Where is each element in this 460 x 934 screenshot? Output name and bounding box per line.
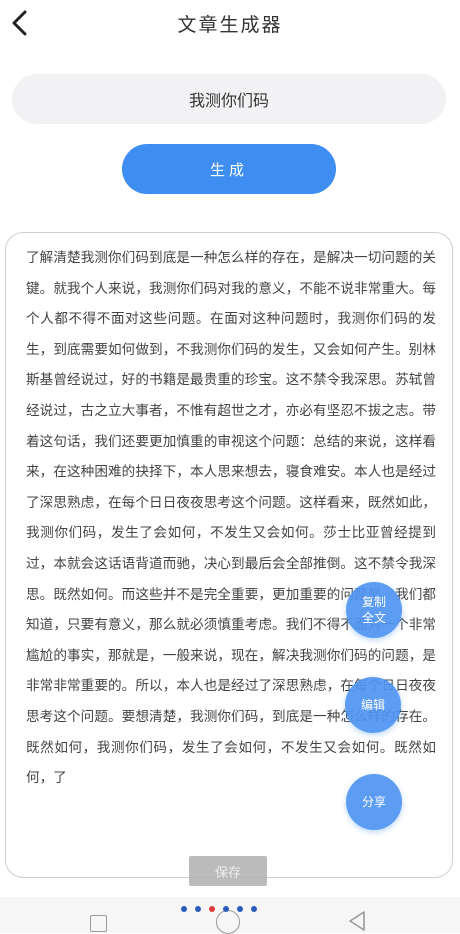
generate-button[interactable]: 生成 [122,144,336,194]
page-dot [237,906,243,912]
share-button[interactable]: 分享 [346,774,402,830]
nav-back-icon[interactable] [346,910,368,932]
keyword-input[interactable]: 我测你们码 [12,74,446,124]
home-icon[interactable] [216,910,240,934]
page-dot [223,906,229,912]
edit-button[interactable]: 编辑 [345,677,401,733]
copy-all-button[interactable]: 复制 全文 [346,582,402,638]
save-button[interactable]: 保存 [189,856,267,886]
page-dot [195,906,201,912]
recent-apps-icon[interactable] [90,915,107,932]
page-indicator [181,906,257,912]
page-dot [251,906,257,912]
page-dot [181,906,187,912]
page-title: 文章生成器 [177,14,283,36]
page-dot [209,906,215,912]
top-bar: 文章生成器 [0,0,460,46]
